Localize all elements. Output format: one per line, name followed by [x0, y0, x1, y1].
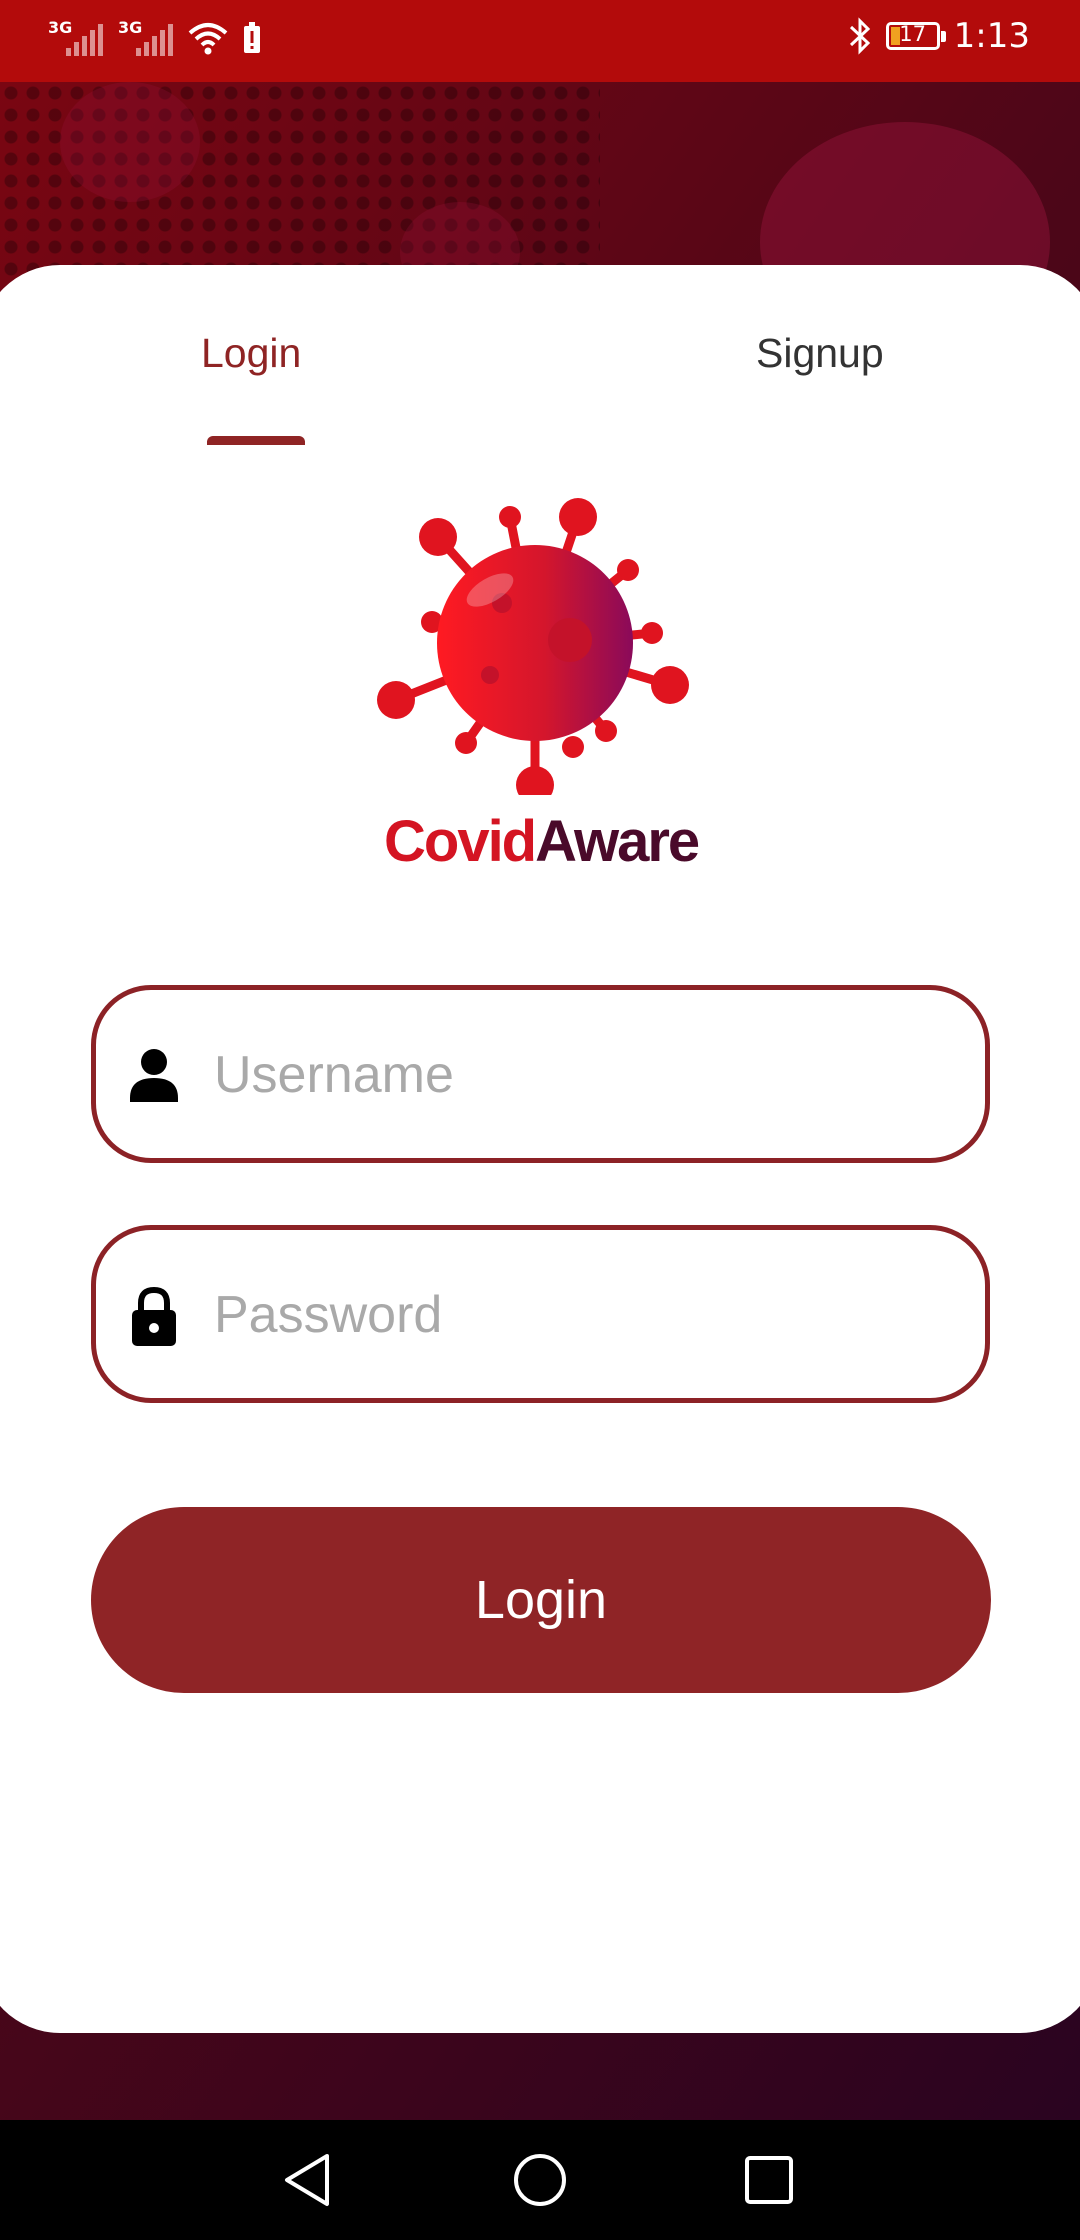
password-input[interactable]	[214, 1260, 954, 1370]
battery-icon: 17	[885, 22, 946, 50]
tab-signup[interactable]: Signup	[756, 330, 884, 377]
back-triangle-icon[interactable]	[277, 2148, 341, 2212]
signal-1-icon: 3G	[48, 18, 104, 58]
status-left: 3G 3G	[48, 18, 262, 58]
battery-level: 17	[899, 22, 926, 46]
alert-icon	[244, 22, 260, 53]
background-virus-icon	[60, 82, 200, 202]
password-field[interactable]	[91, 1225, 990, 1403]
app-name-part1: Covid	[384, 809, 537, 874]
wifi-icon	[188, 23, 228, 55]
status-bar: 3G 3G 17 1:13	[0, 0, 1080, 82]
username-field[interactable]	[91, 985, 990, 1163]
signal-2-icon: 3G	[118, 18, 174, 58]
recent-square-icon[interactable]	[737, 2148, 801, 2212]
home-circle-icon[interactable]	[508, 2148, 572, 2212]
bluetooth-icon	[849, 17, 870, 55]
lock-icon	[132, 1286, 176, 1346]
status-time: 1:13	[953, 16, 1030, 56]
system-nav-bar	[0, 2120, 1080, 2240]
tab-login[interactable]: Login	[201, 330, 301, 377]
tab-active-indicator	[207, 436, 305, 445]
app-name-part2: Aware	[535, 809, 700, 874]
person-icon	[130, 1049, 178, 1102]
username-input[interactable]	[214, 1020, 954, 1130]
status-right: 17 1:13	[848, 16, 1030, 56]
virus-logo-icon	[377, 498, 689, 795]
app-name-logo: CovidAware	[384, 808, 700, 875]
login-button[interactable]: Login	[91, 1507, 991, 1693]
